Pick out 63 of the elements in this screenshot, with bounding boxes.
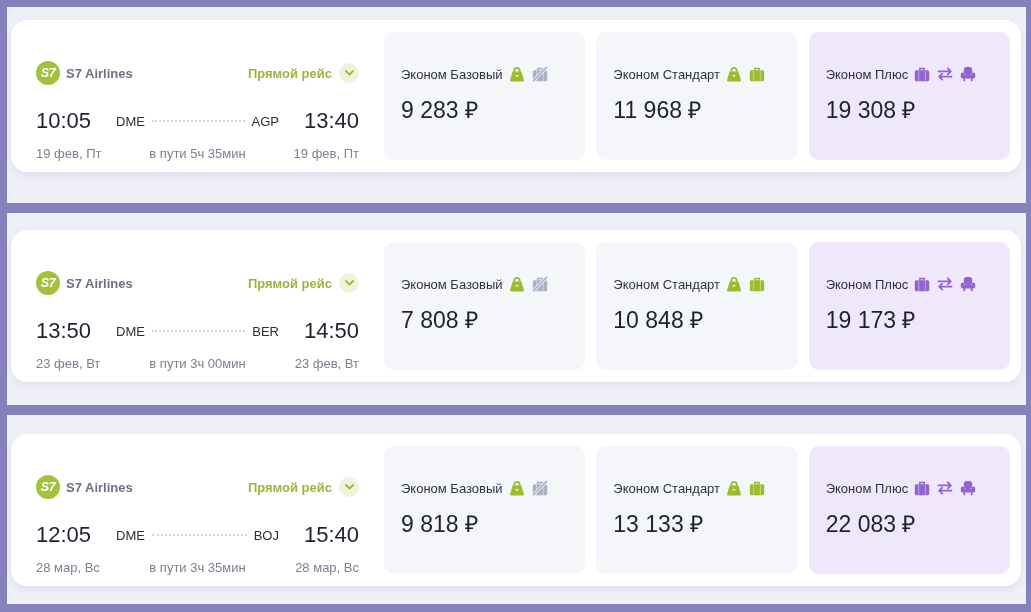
flight-duration: в пути 5ч 35мин: [149, 146, 246, 162]
fare-card[interactable]: Эконом Базовый 9 283 ₽: [384, 32, 586, 160]
fare-price: 19 173 ₽: [825, 306, 916, 334]
airline-name: S7 Airlines: [66, 479, 133, 495]
fare-card[interactable]: Эконом Базовый 7 808 ₽: [384, 242, 586, 370]
airline-logo: S7: [36, 475, 60, 499]
fare-card[interactable]: Эконом Стандарт 10 848 ₽: [596, 242, 798, 370]
departure-date: 19 фев, Пт: [36, 146, 102, 162]
fare-card[interactable]: Эконом Плюс 22 083 ₽: [808, 446, 1010, 574]
fare-name: Эконом Базовый: [401, 276, 503, 292]
fare-name: Эконом Плюс: [825, 480, 909, 496]
fare-name: Эконом Базовый: [401, 480, 503, 496]
airline-name: S7 Airlines: [66, 275, 133, 291]
expand-button[interactable]: [339, 63, 359, 83]
departure-date: 23 фев, Вт: [36, 356, 101, 372]
fare-name: Эконом Стандарт: [613, 276, 720, 292]
expand-button[interactable]: [339, 477, 359, 497]
flight-duration: в пути 3ч 35мин: [149, 560, 246, 576]
fare-card[interactable]: Эконом Плюс 19 173 ₽: [808, 242, 1010, 370]
direct-flight-label: Прямой рейс: [247, 479, 332, 495]
arrival-airport: BER: [252, 323, 279, 339]
arrival-time: 14:50: [303, 317, 359, 345]
fare-card[interactable]: Эконом Стандарт 11 968 ₽: [596, 32, 798, 160]
departure-time: 10:05: [36, 107, 92, 135]
fare-price: 13 133 ₽: [613, 510, 704, 538]
airline-name: S7 Airlines: [66, 65, 133, 81]
fare-price: 10 848 ₽: [613, 306, 704, 334]
departure-airport: DME: [116, 527, 145, 543]
direct-flight-label: Прямой рейс: [247, 275, 332, 291]
arrival-airport: BOJ: [253, 527, 279, 543]
airline-logo: S7: [36, 271, 60, 295]
fare-price: 22 083 ₽: [825, 510, 916, 538]
chevron-down-icon: [344, 280, 354, 286]
fare-card[interactable]: Эконом Базовый 9 818 ₽: [384, 446, 586, 574]
fare-name: Эконом Стандарт: [613, 66, 720, 82]
flight-duration: в пути 3ч 00мин: [149, 356, 246, 372]
departure-airport: DME: [116, 323, 145, 339]
expand-button[interactable]: [339, 273, 359, 293]
arrival-time: 13:40: [303, 107, 359, 135]
fare-card[interactable]: Эконом Стандарт 13 133 ₽: [596, 446, 798, 574]
arrival-date: 23 фев, Вт: [294, 356, 359, 372]
fare-name: Эконом Плюс: [825, 276, 909, 292]
fare-price: 11 968 ₽: [613, 96, 702, 124]
arrival-time: 15:40: [303, 521, 359, 549]
direct-flight-label: Прямой рейс: [247, 65, 332, 81]
departure-date: 28 мар, Вс: [36, 560, 100, 576]
arrival-date: 19 фев, Пт: [293, 146, 359, 162]
airline-logo: S7: [36, 61, 60, 85]
departure-airport: DME: [116, 113, 145, 129]
fare-name: Эконом Стандарт: [613, 480, 720, 496]
fare-price: 7 808 ₽: [401, 306, 478, 334]
arrival-date: 28 мар, Вс: [295, 560, 359, 576]
fare-name: Эконом Плюс: [825, 66, 909, 82]
fare-name: Эконом Базовый: [401, 66, 503, 82]
fare-price: 19 308 ₽: [825, 96, 916, 124]
chevron-down-icon: [344, 484, 354, 490]
fare-price: 9 283 ₽: [401, 96, 478, 124]
departure-time: 12:05: [36, 521, 92, 549]
fare-price: 9 818 ₽: [401, 510, 478, 538]
arrival-airport: AGP: [251, 113, 279, 129]
departure-time: 13:50: [36, 317, 92, 345]
chevron-down-icon: [344, 70, 354, 76]
fare-card[interactable]: Эконом Плюс 19 308 ₽: [808, 32, 1010, 160]
